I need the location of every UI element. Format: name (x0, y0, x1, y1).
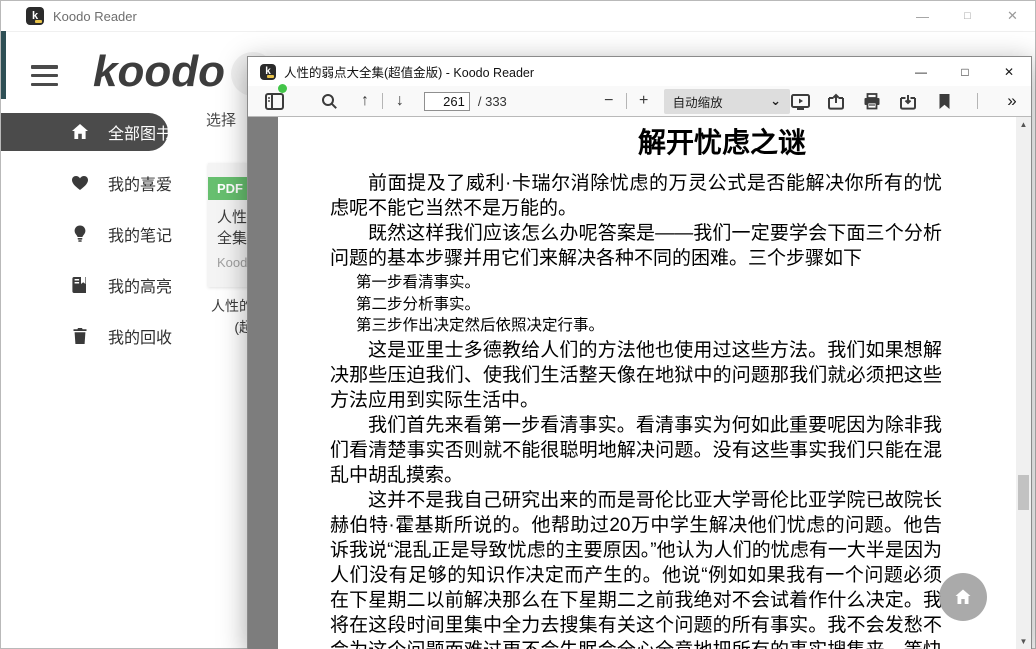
presentation-icon (791, 93, 810, 110)
zoom-mode-select[interactable]: 自动缩放 ⌄ (664, 89, 790, 114)
pdf-window-controls: — □ ✕ (899, 57, 1031, 86)
koodo-logo: koodo (93, 47, 225, 97)
previous-page-button[interactable]: ↑ (355, 88, 375, 114)
toolbar-divider (977, 93, 978, 109)
next-page-button[interactable]: ↓ (390, 88, 410, 114)
pdf-page: 解开忧虑之谜 前面提及了威利·卡瑞尔消除忧虑的万灵公式是否能解决你所有的忧虑呢不… (278, 117, 1016, 649)
main-window-controls: — □ ✕ (900, 1, 1035, 31)
chapter-heading: 解开忧虑之谜 (428, 123, 1016, 163)
back-to-library-button[interactable] (939, 573, 987, 621)
pdf-reader-window: k 人性的弱点大全集(超值金版) - Koodo Reader — □ ✕ (247, 56, 1032, 649)
trash-icon (69, 325, 91, 347)
sidebar-item-all-books[interactable]: 全部图书 (1, 113, 168, 151)
hamburger-menu-icon[interactable] (31, 65, 58, 86)
pdf-toolbar: ↑ ↓ / 333 − + 自动缩放 ⌄ (248, 86, 1031, 117)
download-icon (899, 93, 917, 110)
vertical-scrollbar[interactable]: ▲ ▼ (1016, 117, 1031, 649)
sync-status-dot (278, 84, 287, 93)
sidebar-nav: 全部图书 我的喜爱 我的笔记 我的高亮 (1, 113, 191, 368)
sidebar-item-label: 全部图书 (108, 120, 172, 144)
open-file-button[interactable] (826, 88, 846, 114)
toolbar-right-group: » (790, 88, 1021, 114)
close-button[interactable]: ✕ (990, 1, 1035, 31)
paragraph: 既然这样我们应该怎么办呢答案是——我们一定要学会下面三个分析问题的基本步骤并用它… (330, 221, 942, 271)
maximize-button[interactable]: □ (945, 1, 990, 31)
scroll-up-arrow[interactable]: ▲ (1016, 117, 1031, 132)
sidebar-toggle-button[interactable] (264, 88, 284, 114)
paragraph: 这并不是我自己研究出来的而是哥伦比亚大学哥伦比亚学院已故院长赫伯特·霍基斯所说的… (330, 488, 942, 649)
home-icon (69, 121, 91, 143)
minimize-button[interactable]: — (899, 57, 943, 86)
main-window-title: Koodo Reader (53, 9, 137, 24)
sidebar-item-label: 我的高亮 (108, 273, 172, 297)
zoom-mode-value: 自动缩放 (673, 92, 723, 111)
page-total-label: / 333 (478, 94, 507, 109)
sidebar-item-label: 我的喜爱 (108, 171, 172, 195)
scroll-down-arrow[interactable]: ▼ (1016, 634, 1031, 649)
zoom-out-button[interactable]: − (599, 88, 619, 114)
chevron-down-icon: ⌄ (770, 93, 781, 109)
page-number-input[interactable] (424, 92, 470, 111)
sidebar-item-label: 我的回收 (108, 324, 172, 348)
bookmark-button[interactable] (934, 88, 954, 114)
pdf-window-title: 人性的弱点大全集(超值金版) - Koodo Reader (284, 62, 534, 81)
paragraph: 我们首先来看第一步看清事实。看清事实为何如此重要呢因为除非我们看清楚事实否则就不… (330, 413, 942, 488)
heart-icon (69, 172, 91, 194)
koodo-app-icon: k (26, 7, 44, 25)
sidebar-item-label: 我的笔记 (108, 222, 172, 246)
left-edge-accent (1, 31, 6, 99)
lightbulb-icon (69, 223, 91, 245)
step-item: 第二步分析事实。 (356, 294, 942, 316)
save-button[interactable] (898, 88, 918, 114)
print-button[interactable] (862, 88, 882, 114)
main-window-titlebar: k Koodo Reader — □ ✕ (1, 1, 1035, 32)
screen: k Koodo Reader — □ ✕ koodo 全部图书 我的喜爱 (0, 0, 1036, 649)
book-icon (69, 274, 91, 296)
open-file-icon (827, 93, 845, 110)
sidebar-item-favorites[interactable]: 我的喜爱 (1, 164, 191, 202)
minimize-button[interactable]: — (900, 1, 945, 31)
more-tools-button[interactable]: » (1001, 88, 1021, 114)
sidebar-toggle-icon (265, 93, 284, 110)
step-item: 第一步看清事实。 (356, 272, 942, 294)
bookmark-icon (938, 93, 951, 110)
home-icon (953, 587, 973, 607)
paragraph: 这是亚里士多德教给人们的方法他也使用过这些方法。我们如果想解决那些压迫我们、使我… (330, 338, 942, 413)
sidebar-item-trash[interactable]: 我的回收 (1, 317, 191, 355)
print-icon (863, 93, 881, 110)
page-text: 前面提及了威利·卡瑞尔消除忧虑的万灵公式是否能解决你所有的忧虑呢不能它当然不是万… (330, 171, 942, 649)
maximize-button[interactable]: □ (943, 57, 987, 86)
zoom-in-button[interactable]: + (634, 88, 654, 114)
steps-list: 第一步看清事实。 第二步分析事实。 第三步作出决定然后依照决定行事。 (356, 272, 942, 337)
search-button[interactable] (319, 88, 339, 114)
toolbar-divider (382, 93, 383, 109)
sidebar-item-highlights[interactable]: 我的高亮 (1, 266, 191, 304)
select-mode-label[interactable]: 选择 (206, 109, 236, 130)
toolbar-divider (626, 93, 627, 109)
search-icon (321, 93, 338, 110)
paragraph: 前面提及了威利·卡瑞尔消除忧虑的万灵公式是否能解决你所有的忧虑呢不能它当然不是万… (330, 171, 942, 221)
sidebar-item-notes[interactable]: 我的笔记 (1, 215, 191, 253)
pdf-window-titlebar: k 人性的弱点大全集(超值金版) - Koodo Reader — □ ✕ (248, 57, 1031, 86)
close-button[interactable]: ✕ (987, 57, 1031, 86)
koodo-app-icon: k (260, 64, 276, 80)
pdf-viewer-area: 解开忧虑之谜 前面提及了威利·卡瑞尔消除忧虑的万灵公式是否能解决你所有的忧虑呢不… (248, 117, 1031, 649)
presentation-mode-button[interactable] (790, 88, 810, 114)
step-item: 第三步作出决定然后依照决定行事。 (356, 315, 942, 337)
scrollbar-thumb[interactable] (1018, 475, 1029, 510)
